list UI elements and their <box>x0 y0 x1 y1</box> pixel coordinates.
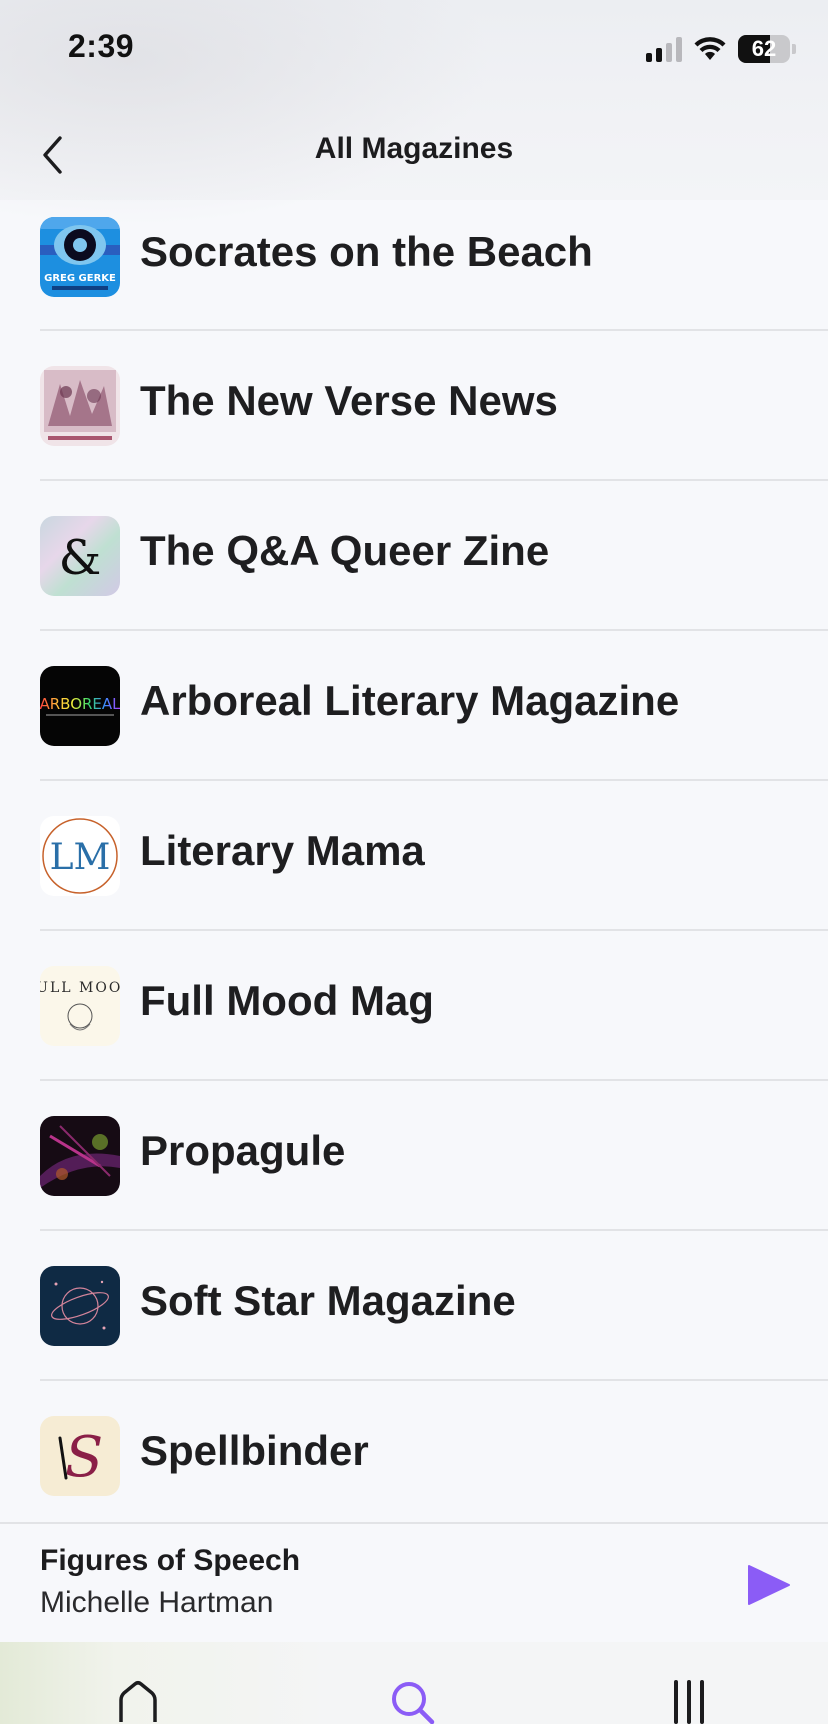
magazine-cover-thumbnail: ARBOREAL <box>40 666 120 746</box>
magazine-list: GREG GERKE Socrates on the Beach The New… <box>0 200 828 1531</box>
wifi-icon <box>694 37 726 60</box>
magazine-title: Spellbinder <box>140 1427 369 1474</box>
cellular-signal-icon <box>646 36 682 62</box>
now-playing-bar[interactable]: Figures of Speech Michelle Hartman <box>0 1522 828 1642</box>
list-item[interactable]: ARBOREAL Arboreal Literary Magazine <box>0 631 828 781</box>
battery-level: 62 <box>751 36 777 61</box>
list-item[interactable]: LM Literary Mama <box>0 781 828 931</box>
list-item[interactable]: & The Q&A Queer Zine <box>0 481 828 631</box>
now-playing-artist: Michelle Hartman <box>40 1586 274 1619</box>
cover-text: LM <box>50 837 111 878</box>
magazine-title: The Q&A Queer Zine <box>140 527 550 574</box>
magazine-cover-thumbnail: LM <box>40 816 120 896</box>
cover-text: FULL MOOD <box>40 980 120 996</box>
battery-indicator: 62 <box>738 35 796 63</box>
magazine-cover-thumbnail: & <box>40 516 120 596</box>
list-item[interactable]: Propagule <box>0 1081 828 1231</box>
list-item[interactable]: Soft Star Magazine <box>0 1231 828 1381</box>
list-item[interactable]: FULL MOOD Full Mood Mag <box>0 931 828 1081</box>
play-button[interactable] <box>746 1562 792 1608</box>
status-time: 2:39 <box>68 28 135 64</box>
status-icons: 62 <box>646 34 796 64</box>
play-icon <box>748 1565 790 1605</box>
magazine-cover-thumbnail: FULL MOOD <box>40 966 120 1046</box>
magazine-title: Propagule <box>140 1127 346 1174</box>
magazine-title: Arboreal Literary Magazine <box>140 677 680 724</box>
magazine-title: The New Verse News <box>140 377 558 424</box>
magazine-title: Socrates on the Beach <box>140 228 593 275</box>
cover-text: S <box>65 1425 103 1490</box>
list-item[interactable]: The New Verse News <box>0 331 828 481</box>
magazine-cover-thumbnail <box>40 366 120 446</box>
magazine-title: Literary Mama <box>140 827 425 874</box>
header: 2:39 62 All Magazines <box>0 0 828 240</box>
magazine-title: Soft Star Magazine <box>140 1277 516 1324</box>
magazine-cover-thumbnail <box>40 1266 120 1346</box>
search-icon <box>392 1682 435 1724</box>
list-item[interactable]: S Spellbinder <box>0 1381 828 1531</box>
tab-home[interactable] <box>113 1678 163 1724</box>
home-icon <box>119 1681 157 1722</box>
page-title: All Magazines <box>314 132 514 165</box>
cover-text: & <box>59 530 102 586</box>
list-item[interactable]: GREG GERKE Socrates on the Beach <box>0 200 828 331</box>
cover-text: GREG GERKE <box>44 273 116 284</box>
tab-bar <box>0 1642 828 1724</box>
magazine-title: Full Mood Mag <box>140 977 434 1024</box>
magazine-cover-thumbnail <box>40 1116 120 1196</box>
library-icon <box>674 1680 704 1724</box>
tab-search[interactable] <box>388 1678 438 1724</box>
tab-library[interactable] <box>664 1678 714 1724</box>
magazine-cover-thumbnail: GREG GERKE <box>40 217 120 297</box>
now-playing-title: Figures of Speech <box>40 1544 301 1577</box>
magazine-cover-thumbnail: S <box>40 1416 120 1496</box>
cover-text: ARBOREAL <box>40 695 120 713</box>
